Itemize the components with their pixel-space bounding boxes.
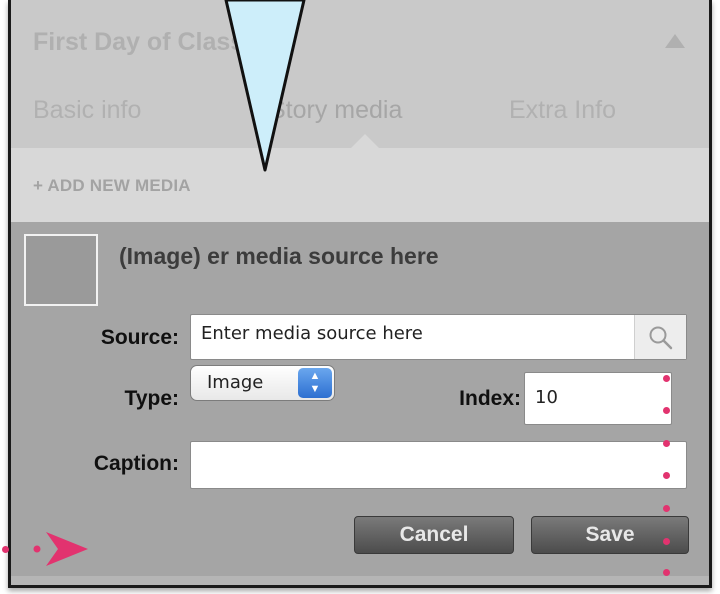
source-input-text[interactable]: Enter media source here — [201, 323, 423, 344]
annotation-dot — [663, 407, 670, 414]
cancel-button[interactable]: Cancel — [354, 516, 514, 554]
active-tab-pointer — [351, 134, 379, 148]
story-media-window: First Day of Classes Basic info Story me… — [8, 0, 712, 588]
add-media-bar: + ADD NEW MEDIA — [11, 148, 709, 222]
add-new-media-link[interactable]: + ADD NEW MEDIA — [33, 176, 191, 196]
search-icon — [649, 326, 673, 350]
index-label: Index: — [459, 387, 521, 410]
tab-bar: Basic info Story media Extra Info — [11, 96, 709, 136]
type-label: Type: — [124, 387, 179, 410]
save-button[interactable]: Save — [531, 516, 689, 554]
tab-basic-info[interactable]: Basic info — [33, 96, 141, 125]
up-down-arrows-icon: ▲ ▼ — [298, 368, 332, 398]
caption-field[interactable] — [190, 441, 687, 489]
index-input-text[interactable]: 10 — [535, 387, 558, 408]
callout-pointer-icon — [224, 0, 306, 172]
panel-footer — [11, 576, 709, 585]
source-field[interactable]: Enter media source here — [190, 314, 687, 360]
annotation-dot — [663, 440, 670, 447]
media-title: (Image) er media source here — [119, 243, 439, 269]
annotation-dot — [2, 546, 9, 553]
type-select[interactable]: Image ▲ ▼ — [190, 365, 335, 401]
caption-label: Caption: — [93, 452, 179, 475]
media-edit-panel: (Image) er media source here Source: Ent… — [11, 222, 709, 585]
source-label: Source: — [100, 326, 179, 349]
story-header: First Day of Classes Basic info Story me… — [11, 0, 709, 148]
index-field[interactable]: 10 — [524, 372, 672, 425]
annotation-dot — [663, 472, 670, 479]
triangle-up-icon[interactable] — [665, 34, 685, 48]
annotation-dot — [663, 538, 670, 545]
arrow-right-icon — [33, 532, 88, 566]
type-select-value: Image — [207, 372, 264, 393]
annotation-dot — [663, 375, 670, 382]
tab-extra-info[interactable]: Extra Info — [509, 96, 616, 125]
annotation-dot — [663, 505, 670, 512]
media-thumbnail — [24, 234, 98, 306]
annotation-dot — [663, 569, 670, 576]
search-button[interactable] — [634, 315, 686, 359]
